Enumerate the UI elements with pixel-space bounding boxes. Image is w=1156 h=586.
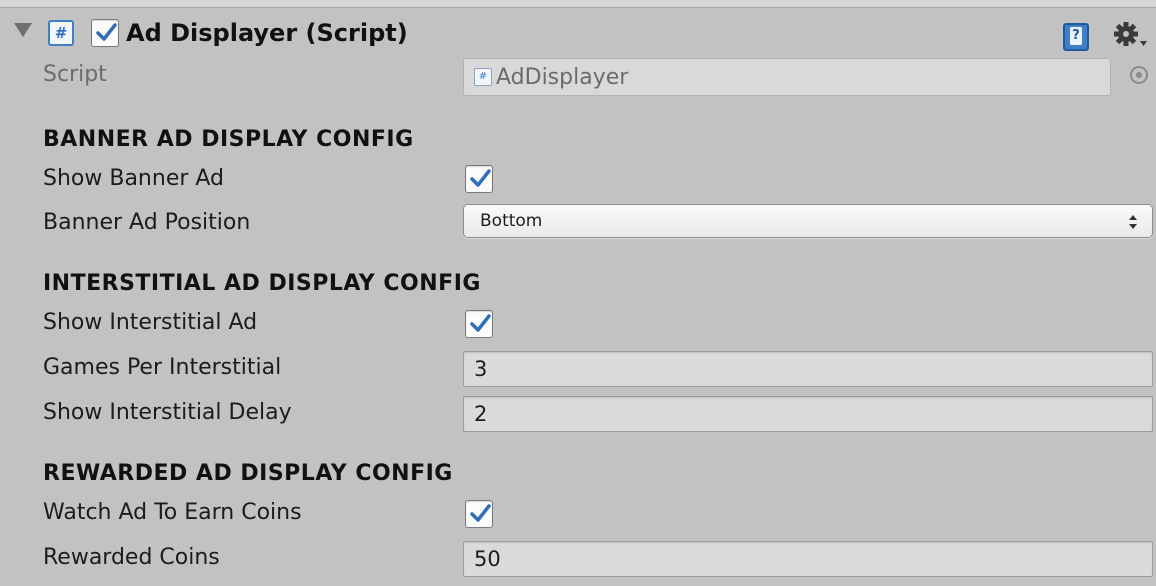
show-interstitial-ad-checkbox[interactable]: [465, 310, 493, 338]
banner-ad-position-dropdown[interactable]: Bottom: [463, 204, 1153, 238]
watch-ad-to-earn-coins-label: Watch Ad To Earn Coins: [43, 500, 302, 525]
checkmark-icon: [470, 504, 491, 522]
checkmark-icon: [470, 169, 491, 187]
show-interstitial-delay-label: Show Interstitial Delay: [43, 400, 292, 425]
banner-ad-position-value: Bottom: [480, 211, 543, 231]
checkmark-icon: [470, 314, 491, 332]
rewarded-coins-label: Rewarded Coins: [43, 545, 220, 570]
interstitial-section-title: INTERSTITIAL AD DISPLAY CONFIG: [43, 271, 481, 296]
show-interstitial-delay-input[interactable]: [464, 397, 1152, 431]
rewarded-coins-field[interactable]: [463, 541, 1153, 577]
banner-section-title: BANNER AD DISPLAY CONFIG: [43, 127, 414, 152]
show-banner-ad-checkbox[interactable]: [465, 165, 493, 193]
updown-arrows-icon: [1129, 215, 1137, 229]
games-per-interstitial-field[interactable]: [463, 351, 1153, 387]
gear-icon[interactable]: [1110, 19, 1150, 53]
help-book-icon[interactable]: [1063, 23, 1089, 51]
script-object-field[interactable]: # AdDisplayer: [463, 58, 1111, 96]
component-enabled-checkbox[interactable]: [91, 19, 119, 47]
top-divider: [0, 0, 1156, 8]
rewarded-coins-input[interactable]: [464, 542, 1152, 576]
show-interstitial-delay-field[interactable]: [463, 396, 1153, 432]
rewarded-section-title: REWARDED AD DISPLAY CONFIG: [43, 461, 453, 486]
csharp-script-icon: #: [48, 20, 74, 46]
component-title: Ad Displayer (Script): [126, 19, 408, 47]
games-per-interstitial-label: Games Per Interstitial: [43, 355, 282, 380]
csharp-script-icon: #: [474, 68, 492, 86]
script-value: AdDisplayer: [496, 65, 629, 90]
script-label: Script: [43, 62, 107, 87]
component-header[interactable]: # Ad Displayer (Script): [0, 9, 1156, 59]
show-interstitial-ad-label: Show Interstitial Ad: [43, 310, 258, 335]
foldout-expanded-icon[interactable]: [14, 23, 32, 37]
show-banner-ad-label: Show Banner Ad: [43, 166, 225, 191]
banner-ad-position-label: Banner Ad Position: [43, 210, 251, 235]
games-per-interstitial-input[interactable]: [464, 352, 1152, 386]
watch-ad-to-earn-coins-checkbox[interactable]: [465, 500, 493, 528]
checkmark-icon: [96, 23, 117, 41]
object-picker-icon[interactable]: [1130, 66, 1148, 84]
